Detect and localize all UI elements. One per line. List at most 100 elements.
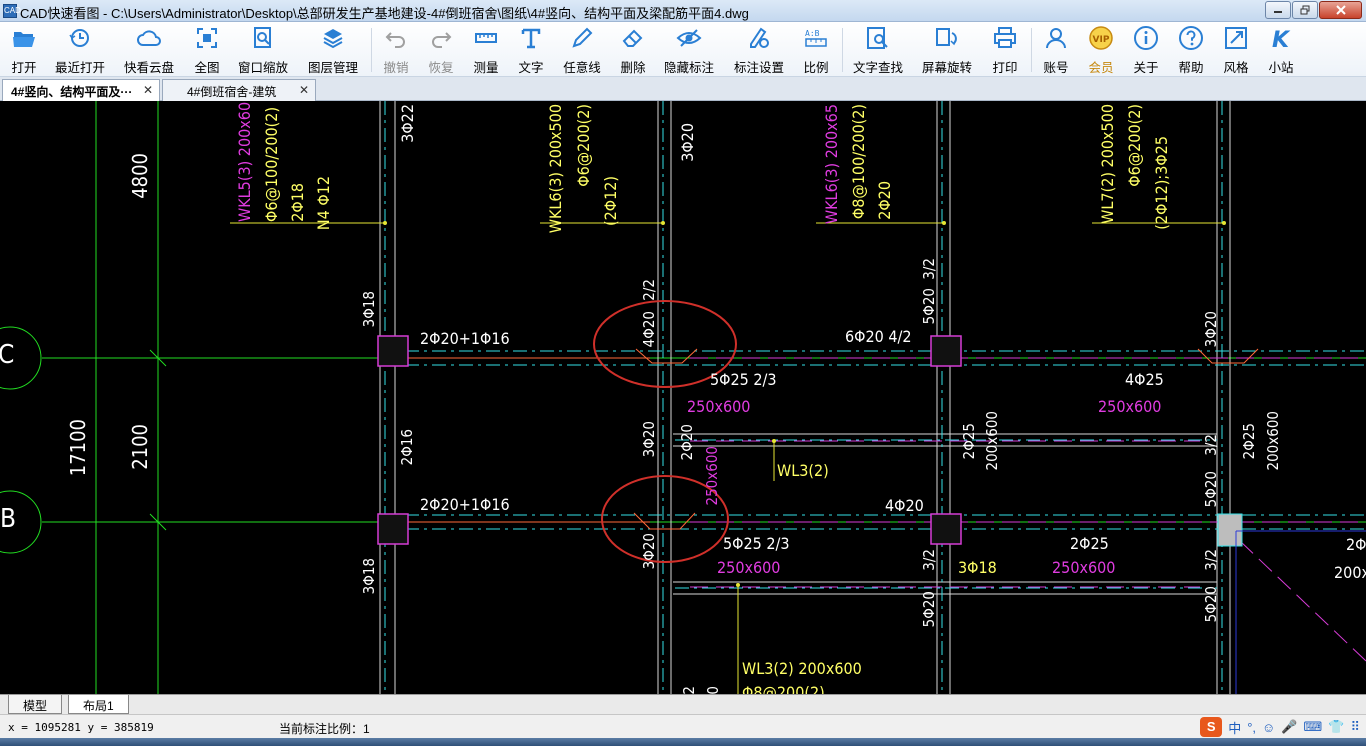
beam-size-label: 250x600 [1098,397,1162,416]
beam-label-wkl6: WKL6(3) 200x500 [546,104,565,234]
tab-structure-plan[interactable]: 4#竖向、结构平面及··· ✕ [2,79,160,101]
maximize-button[interactable] [1292,1,1318,19]
dimension-label: 4800 [128,153,152,199]
svg-text:K: K [1272,28,1291,51]
rebar-label: Φ6@100/200(2) [262,106,281,222]
about-button[interactable]: 关于 [1130,25,1162,75]
axis-label-b: B [0,504,17,534]
rebar-label: 3Φ18 [958,558,997,577]
boundary-lines [1235,530,1366,694]
close-tab-icon[interactable]: ✕ [299,83,309,97]
layout-tab-bar: 模型 布局1 [0,694,1366,714]
style-icon [1225,27,1247,49]
rebar-label: 3Φ20 [640,533,658,570]
tab-layout1[interactable]: 布局1 [68,695,129,714]
style-button[interactable]: 风格 [1220,25,1252,75]
folder-open-icon [13,32,35,47]
beam-label-wl3: WL3(2) [777,461,829,480]
svg-text:A:B: A:B [805,29,820,38]
rebar-label: 2/2 [640,279,658,301]
rebar-label: Φ6@200(2) [574,104,593,187]
rebar-label: 2Φ20+1Φ16 [420,329,510,348]
rebar-label: 2Φ25 [1240,423,1258,460]
window-zoom-button[interactable]: 窗口缩放 [236,25,290,75]
delete-button[interactable]: 删除 [617,25,649,75]
eraser-icon [622,29,643,47]
close-button[interactable] [1319,1,1362,19]
rebar-label: 5Φ20 [1202,586,1220,623]
fit-screen-icon [197,28,217,48]
rebar-label: 3Φ18 [360,291,378,328]
rebar-label: 3Φ20 [640,421,658,458]
mini-site-button[interactable]: K 小站 [1265,25,1297,75]
rebar-label: 2Φ16 [398,429,416,466]
help-button[interactable]: 帮助 [1175,25,1207,75]
minimize-icon [1274,11,1282,13]
account-button[interactable]: 账号 [1040,25,1072,75]
dimension-label: 2100 [128,424,152,470]
layer-manager-button[interactable]: 图层管理 [306,25,360,75]
sogou-logo-icon[interactable]: S [1200,717,1223,737]
annotation-settings-button[interactable]: 标注设置 [732,25,786,75]
markup-ellipses [593,300,737,563]
rebar-label: 2Φ [1346,535,1366,554]
recent-open-button[interactable]: 最近打开 [54,25,106,75]
tab-label: 4#竖向、结构平面及··· [11,85,133,99]
drawing-canvas[interactable]: WKL5(3) 200x60 Φ6@100/200(2) 2Φ18 N4 Φ12… [0,101,1366,694]
hide-annotations-button[interactable]: 隐藏标注 [662,25,716,75]
ime-emoji-icon[interactable]: ☺ [1262,720,1275,735]
freehand-line-button[interactable]: 任意线 [560,25,604,75]
scale-button[interactable]: A:B 比例 [800,25,832,75]
cloud-drive-button[interactable]: 快看云盘 [122,25,176,75]
undo-button[interactable]: 撤销 [380,25,412,75]
ime-chinese-mode[interactable]: 中 [1228,718,1241,737]
rebar-label: Φ8@100/200(2) [849,104,868,220]
ime-menu-icon[interactable]: ⠿ [1350,719,1360,735]
undo-icon [385,32,405,48]
scale-icon: A:B [805,29,827,47]
leader-lines [230,222,1224,694]
beam-size-label: 200x [1334,563,1366,582]
tab-architecture[interactable]: 4#倒班宿舍-建筑 ✕ [162,79,316,101]
print-button[interactable]: 打印 [989,25,1021,75]
window-controls [1264,1,1362,19]
vip-button[interactable]: VIP 会员 [1085,25,1117,75]
text-icon [521,28,541,49]
text-button[interactable]: 文字 [515,25,547,75]
rebar-label: (2Φ12) [601,176,620,227]
rebar-label: 6Φ20 4/2 [845,327,912,346]
ime-punctuation-icon[interactable]: °, [1247,720,1256,735]
main-toolbar: 打开 最近打开 快看云盘 全图 窗口缩放 图层管理 撤销 恢复 测量 文字 任意… [0,22,1366,77]
rebar-label: 5Φ25 2/3 [723,534,790,553]
layers-icon [323,29,343,49]
close-icon [1335,5,1346,15]
full-view-button[interactable]: 全图 [190,25,224,75]
rebar-label: 2Φ20 [875,181,894,220]
rebar-label: 3/2 [1202,434,1220,456]
title-bar: CAD CAD快速看图 - C:\Users\Administrator\Des… [0,0,1366,22]
toolbar-separator [1031,28,1032,72]
open-button[interactable]: 打开 [6,25,42,75]
ime-skin-icon[interactable]: 👕 [1328,719,1344,735]
beam-size-label: 250x600 [1052,558,1116,577]
rebar-label: 3Φ20 [678,123,697,162]
close-tab-icon[interactable]: ✕ [143,83,153,97]
window-title: CAD快速看图 - C:\Users\Administrator\Desktop… [20,6,749,21]
rebar-label: 5Φ20 [920,288,938,325]
ime-voice-icon[interactable]: 🎤 [1281,719,1297,735]
rebar-label: 3Φ22 [398,104,417,143]
beam-label-wkl5: WKL5(3) 200x60 [235,101,254,222]
ime-keyboard-icon[interactable]: ⌨ [1304,719,1323,735]
measure-button[interactable]: 测量 [470,25,502,75]
rebar-label: 3/2 [680,686,698,694]
screen-rotate-button[interactable]: 屏幕旋转 [920,25,974,75]
toolbar-separator [842,28,843,72]
rebar-label: 3/2 [1202,549,1220,571]
tab-model[interactable]: 模型 [8,695,63,714]
redo-button[interactable]: 恢复 [425,25,457,75]
minimize-button[interactable] [1265,1,1291,19]
find-text-icon [867,27,888,49]
rebar-label: 2Φ20+1Φ16 [420,495,510,514]
beam-size-label: 200x600 [1264,411,1282,471]
find-text-button[interactable]: 文字查找 [851,25,905,75]
